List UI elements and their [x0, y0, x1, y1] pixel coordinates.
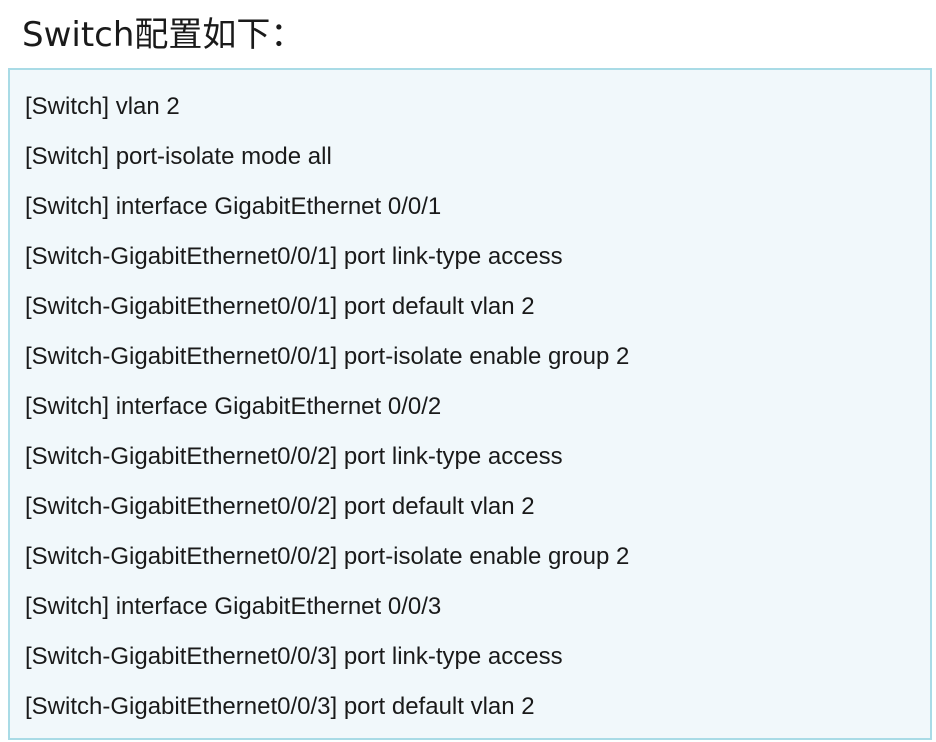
code-line: [Switch-GigabitEthernet0/0/3] port defau…: [25, 693, 535, 720]
code-line: [Switch-GigabitEthernet0/0/2] port-isola…: [25, 543, 630, 570]
code-line: [Switch] interface GigabitEthernet 0/0/1: [25, 193, 442, 220]
code-line: [Switch-GigabitEthernet0/0/2] port link-…: [25, 443, 563, 470]
code-line: [Switch-GigabitEthernet0/0/1] port link-…: [25, 243, 563, 270]
code-line: [Switch] vlan 2: [25, 93, 180, 120]
code-line: [Switch-GigabitEthernet0/0/3] port link-…: [25, 643, 563, 670]
page-title: Switch配置如下：: [22, 15, 305, 55]
config-code-block: [Switch] vlan 2 [Switch] port-isolate mo…: [8, 68, 932, 740]
code-line: [Switch-GigabitEthernet0/0/2] port defau…: [25, 493, 535, 520]
code-line: [Switch-GigabitEthernet0/0/1] port-isola…: [25, 343, 630, 370]
code-line: [Switch] port-isolate mode all: [25, 143, 332, 170]
code-line: [Switch-GigabitEthernet0/0/1] port defau…: [25, 293, 535, 320]
code-line: [Switch] interface GigabitEthernet 0/0/3: [25, 593, 442, 620]
code-line: [Switch] interface GigabitEthernet 0/0/2: [25, 393, 442, 420]
